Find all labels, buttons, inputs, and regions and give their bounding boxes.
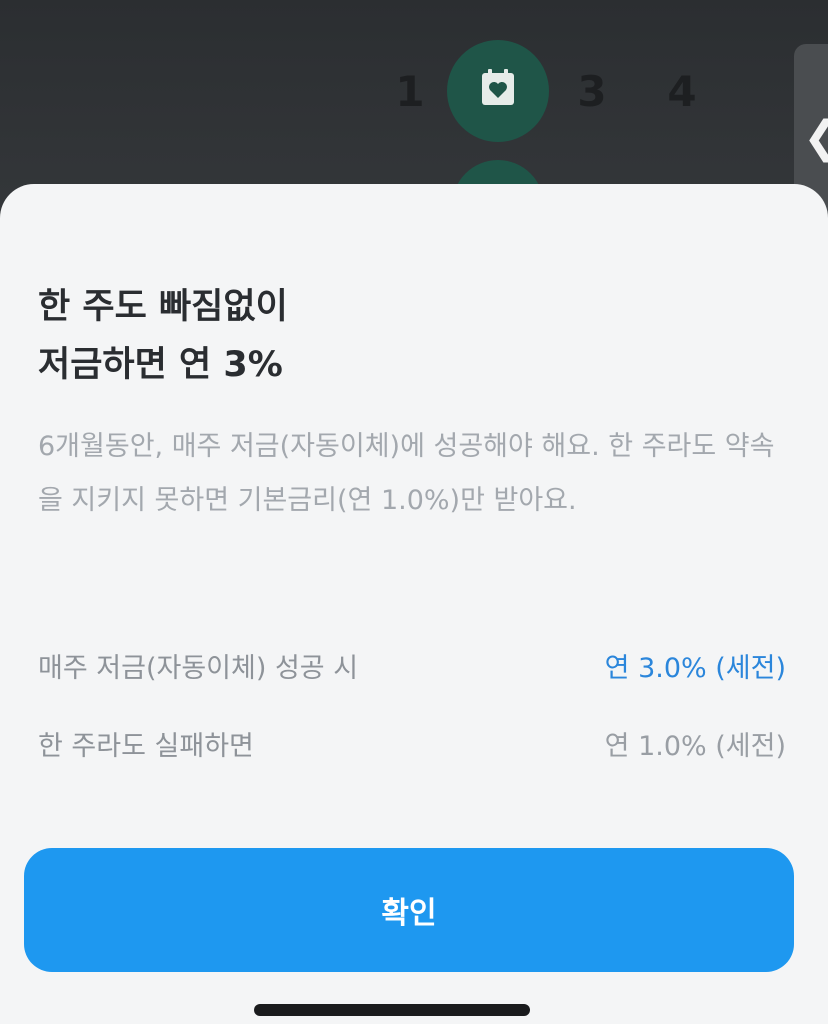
step-1[interactable]: 1 [385,67,435,116]
sheet-title-line-1: 한 주도 빠짐없이 [38,287,288,327]
calendar-heart-icon [476,67,520,115]
rate-row-value: 연 1.0% (세전) [604,731,786,762]
home-indicator[interactable] [254,1004,530,1016]
rate-row-fail: 한 주라도 실패하면 연 1.0% (세전) [38,724,786,763]
bottom-sheet: 한 주도 빠짐없이 저금하면 연 3% 6개월동안, 매주 저금(자동이체)에 … [0,184,828,1024]
confirm-button[interactable]: 확인 [24,848,794,972]
rate-row-label: 한 주라도 실패하면 [38,731,254,762]
rate-row-success: 매주 저금(자동이체) 성공 시 연 3.0% (세전) [38,646,786,685]
sheet-description: 6개월동안, 매주 저금(자동이체)에 성공해야 해요. 한 주라도 약속을 지… [38,431,775,516]
step-3[interactable]: 3 [567,67,617,116]
sheet-title: 한 주도 빠짐없이 저금하면 연 3% [38,278,288,394]
step-2-active[interactable] [447,40,549,142]
step-indicator: 1 3 4 [385,40,707,142]
chevron-left-icon[interactable]: ❮ [803,112,828,163]
rate-row-value: 연 3.0% (세전) [604,653,786,684]
sheet-title-line-2: 저금하면 연 3% [38,345,283,385]
step-4[interactable]: 4 [657,67,707,116]
rate-row-label: 매주 저금(자동이체) 성공 시 [38,653,359,684]
